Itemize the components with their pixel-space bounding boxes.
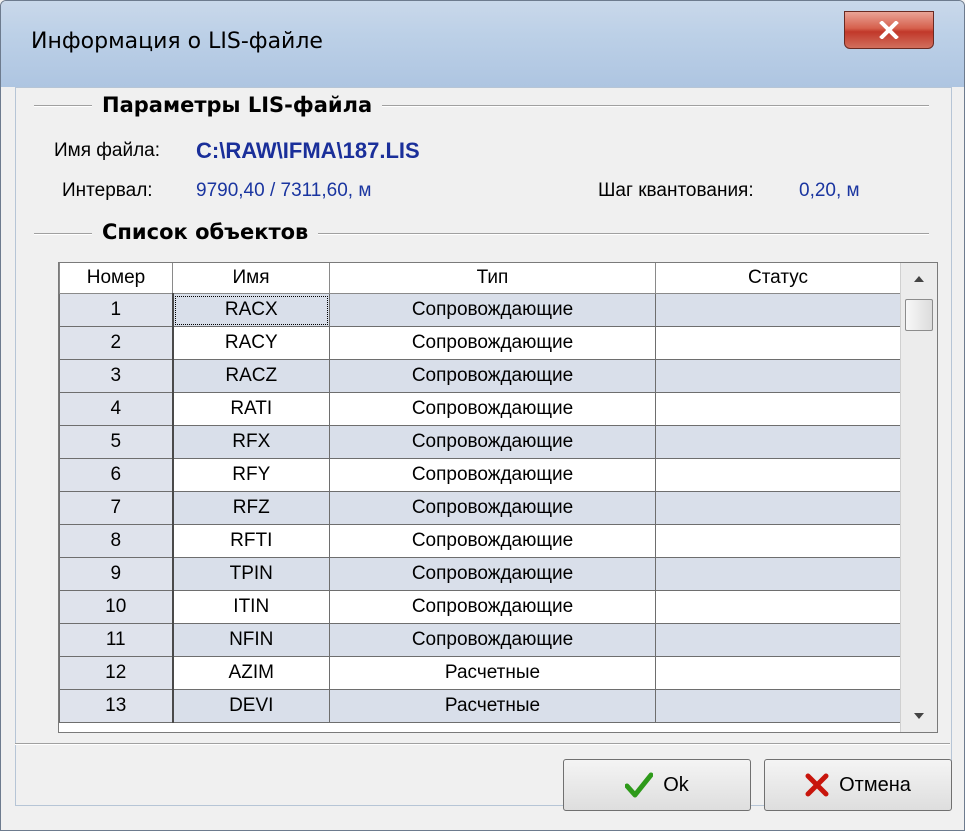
cell-status[interactable] [655, 656, 901, 690]
arrow-up-icon [914, 276, 924, 282]
table-row[interactable]: 11 NFIN Сопровождающие [59, 623, 901, 657]
window-title: Информация о LIS-файле [31, 29, 323, 54]
ok-button-label: Ok [663, 773, 689, 796]
cell-type[interactable]: Сопровождающие [329, 392, 656, 426]
cell-name[interactable]: RACX [172, 293, 330, 327]
cell-type[interactable]: Сопровождающие [329, 557, 656, 591]
cell-number[interactable]: 1 [59, 293, 174, 327]
cell-type[interactable]: Сопровождающие [329, 425, 656, 459]
cell-number[interactable]: 11 [59, 623, 174, 657]
cell-status[interactable] [655, 458, 901, 492]
title-bar[interactable]: Информация о LIS-файле [1, 1, 964, 87]
cell-number[interactable]: 4 [59, 392, 174, 426]
cell-status[interactable] [655, 359, 901, 393]
cross-icon [805, 773, 829, 797]
step-value: 0,20, м [799, 180, 860, 201]
table-row[interactable]: 9 TPIN Сопровождающие [59, 557, 901, 591]
cell-type[interactable]: Сопровождающие [329, 293, 656, 327]
table-row[interactable]: 3 RACZ Сопровождающие [59, 359, 901, 393]
cell-status[interactable] [655, 524, 901, 558]
objects-group-title: Список объектов [92, 220, 319, 244]
cell-number[interactable]: 2 [59, 326, 174, 360]
cell-name[interactable]: RATI [172, 392, 330, 426]
column-header-status[interactable]: Статус [655, 263, 901, 294]
params-group-title: Параметры LIS-файла [92, 93, 383, 117]
scroll-up-button[interactable] [901, 265, 937, 293]
cell-number[interactable]: 3 [59, 359, 174, 393]
cell-type[interactable]: Сопровождающие [329, 524, 656, 558]
cell-name[interactable]: TPIN [172, 557, 330, 591]
table-header-row: Номер Имя Тип Статус [59, 263, 901, 294]
cell-name[interactable]: DEVI [172, 689, 330, 723]
cell-name[interactable]: RFZ [172, 491, 330, 525]
arrow-down-icon [914, 713, 924, 719]
scroll-thumb[interactable] [905, 299, 933, 331]
cell-number[interactable]: 7 [59, 491, 174, 525]
cell-name[interactable]: ITIN [172, 590, 330, 624]
column-header-type[interactable]: Тип [329, 263, 656, 294]
cell-type[interactable]: Расчетные [329, 689, 656, 723]
table-row[interactable]: 2 RACY Сопровождающие [59, 326, 901, 360]
interval-label: Интервал: [62, 180, 153, 201]
cell-status[interactable] [655, 557, 901, 591]
cell-name[interactable]: AZIM [172, 656, 330, 690]
cell-name[interactable]: RFX [172, 425, 330, 459]
checkmark-icon [625, 772, 654, 798]
cell-status[interactable] [655, 425, 901, 459]
cell-number[interactable]: 5 [59, 425, 174, 459]
cell-status[interactable] [655, 293, 901, 327]
vertical-scrollbar[interactable] [900, 263, 937, 732]
cell-status[interactable] [655, 392, 901, 426]
cell-type[interactable]: Сопровождающие [329, 359, 656, 393]
cell-name[interactable]: NFIN [172, 623, 330, 657]
table-row[interactable]: 4 RATI Сопровождающие [59, 392, 901, 426]
cell-type[interactable]: Расчетные [329, 656, 656, 690]
table-row[interactable]: 6 RFY Сопровождающие [59, 458, 901, 492]
table-row[interactable]: 13 DEVI Расчетные [59, 689, 901, 723]
filename-label: Имя файла: [54, 140, 161, 161]
cell-status[interactable] [655, 326, 901, 360]
scroll-down-button[interactable] [901, 702, 937, 730]
cell-name[interactable]: RACZ [172, 359, 330, 393]
objects-table: Номер Имя Тип Статус 1 RACX Сопровождающ… [59, 263, 901, 723]
cell-number[interactable]: 6 [59, 458, 174, 492]
close-icon [879, 21, 899, 39]
cell-type[interactable]: Сопровождающие [329, 491, 656, 525]
lis-info-dialog: Информация о LIS-файле Параметры LIS-фай… [0, 0, 965, 831]
cancel-button-label: Отмена [839, 773, 911, 796]
column-header-name[interactable]: Имя [172, 263, 330, 294]
column-header-number[interactable]: Номер [59, 263, 173, 294]
close-button[interactable] [844, 11, 934, 49]
table-row[interactable]: 5 RFX Сопровождающие [59, 425, 901, 459]
cell-type[interactable]: Сопровождающие [329, 623, 656, 657]
cell-name[interactable]: RFY [172, 458, 330, 492]
cell-status[interactable] [655, 689, 901, 723]
cell-status[interactable] [655, 491, 901, 525]
cell-number[interactable]: 13 [59, 689, 174, 723]
footer-separator [15, 743, 950, 745]
cell-name[interactable]: RFTI [172, 524, 330, 558]
filename-value: C:\RAW\IFMA\187.LIS [196, 138, 420, 163]
interval-value: 9790,40 / 7311,60, м [196, 180, 372, 201]
cancel-button[interactable]: Отмена [764, 759, 952, 811]
table-row[interactable]: 12 AZIM Расчетные [59, 656, 901, 690]
table-row[interactable]: 7 RFZ Сопровождающие [59, 491, 901, 525]
cell-number[interactable]: 12 [59, 656, 174, 690]
table-row[interactable]: 10 ITIN Сопровождающие [59, 590, 901, 624]
step-label: Шаг квантования: [598, 180, 754, 201]
table-row[interactable]: 1 RACX Сопровождающие [59, 293, 901, 327]
objects-grid[interactable]: Номер Имя Тип Статус 1 RACX Сопровождающ… [58, 262, 938, 733]
cell-number[interactable]: 10 [59, 590, 174, 624]
cell-type[interactable]: Сопровождающие [329, 590, 656, 624]
cell-type[interactable]: Сопровождающие [329, 326, 656, 360]
cell-number[interactable]: 8 [59, 524, 174, 558]
table-row[interactable]: 8 RFTI Сопровождающие [59, 524, 901, 558]
cell-status[interactable] [655, 590, 901, 624]
ok-button[interactable]: Ok [563, 759, 751, 811]
cell-type[interactable]: Сопровождающие [329, 458, 656, 492]
cell-name[interactable]: RACY [172, 326, 330, 360]
cell-number[interactable]: 9 [59, 557, 174, 591]
cell-status[interactable] [655, 623, 901, 657]
